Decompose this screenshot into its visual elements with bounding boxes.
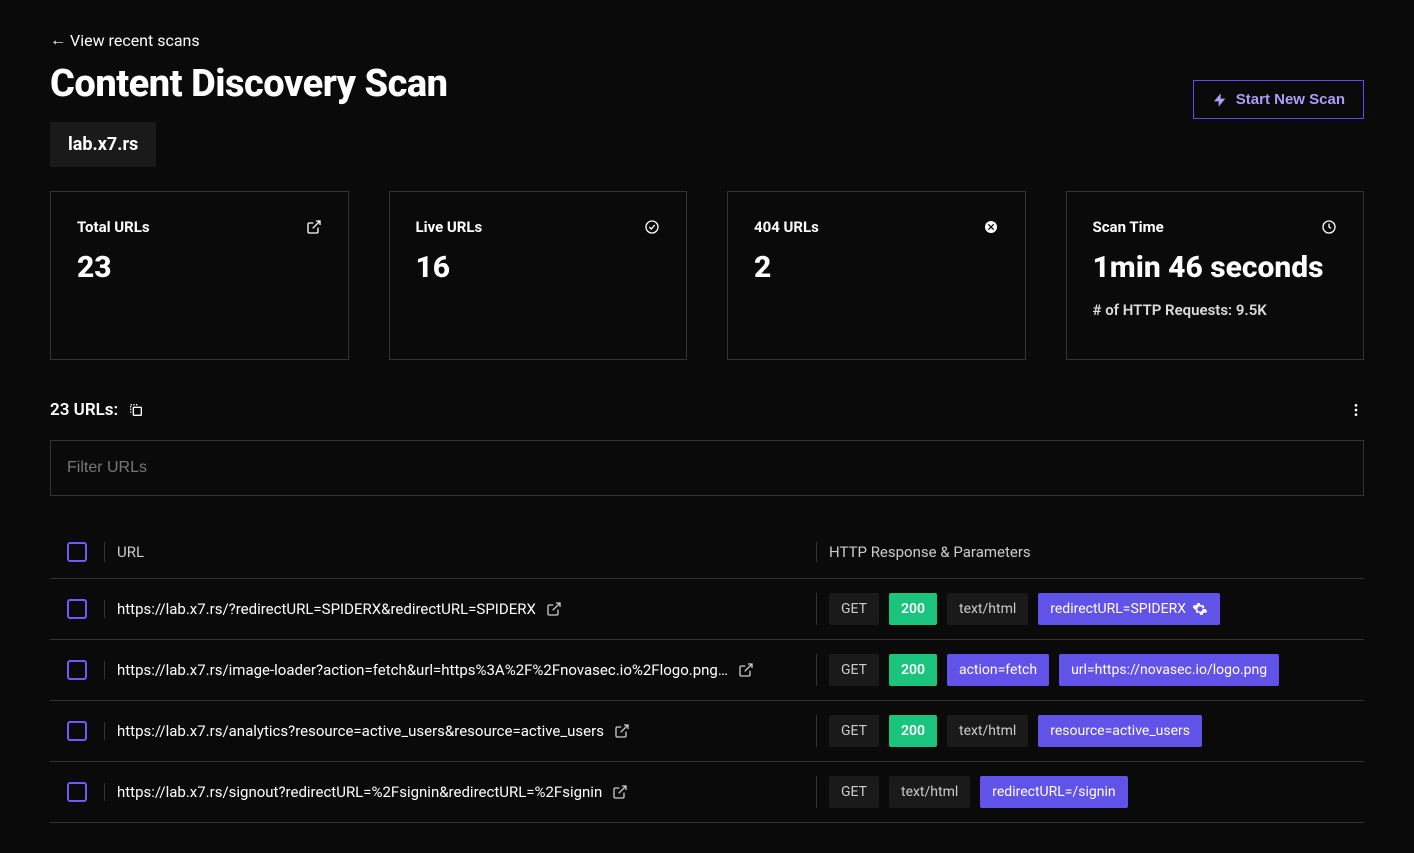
content-type-badge: text/html	[947, 715, 1028, 747]
back-link-label: View recent scans	[70, 31, 200, 50]
start-new-scan-button[interactable]: Start New Scan	[1193, 80, 1364, 119]
table-row: https://lab.x7.rs/signout?redirectURL=%2…	[50, 762, 1364, 823]
open-in-new-icon[interactable]	[306, 219, 322, 235]
stat-label: Live URLs	[416, 218, 483, 236]
http-method-badge: GET	[829, 776, 879, 808]
col-url-label: URL	[117, 543, 144, 561]
row-checkbox[interactable]	[67, 721, 87, 741]
row-checkbox[interactable]	[67, 782, 87, 802]
gear-icon[interactable]	[1192, 601, 1208, 617]
start-scan-label: Start New Scan	[1236, 91, 1345, 108]
stat-value: 23	[77, 250, 322, 285]
stat-sub: # of HTTP Requests: 9.5K	[1093, 301, 1338, 319]
status-badge: 200	[889, 715, 937, 747]
stat-value: 2	[754, 250, 999, 285]
open-in-new-icon[interactable]	[612, 784, 628, 800]
content-type-badge: text/html	[889, 776, 970, 808]
url-text[interactable]: https://lab.x7.rs/image-loader?action=fe…	[117, 661, 728, 679]
stat-value: 1min 46 seconds	[1093, 250, 1338, 285]
status-badge: 200	[889, 654, 937, 686]
url-text[interactable]: https://lab.x7.rs/?redirectURL=SPIDERX&r…	[117, 600, 536, 618]
stat-value: 16	[416, 250, 661, 285]
table-row: https://lab.x7.rs/image-loader?action=fe…	[50, 640, 1364, 701]
urls-table: URL HTTP Response & Parameters https://l…	[50, 526, 1364, 823]
param-badge[interactable]: resource=active_users	[1038, 715, 1202, 747]
open-in-new-icon[interactable]	[546, 601, 562, 617]
row-checkbox[interactable]	[67, 660, 87, 680]
param-badge[interactable]: url=https://novasec.io/logo.png	[1059, 654, 1279, 686]
stat-card-total-urls: Total URLs 23	[50, 191, 349, 360]
page-title: Content Discovery Scan	[50, 62, 448, 106]
back-link[interactable]: ← View recent scans	[50, 30, 200, 50]
clock-icon	[1321, 219, 1337, 235]
http-method-badge: GET	[829, 593, 879, 625]
http-method-badge: GET	[829, 715, 879, 747]
select-all-checkbox[interactable]	[67, 542, 87, 562]
row-checkbox[interactable]	[67, 599, 87, 619]
urls-count-label: 23 URLs:	[50, 400, 118, 420]
arrow-left-icon: ←	[50, 30, 66, 50]
content-type-badge: text/html	[947, 593, 1028, 625]
open-in-new-icon[interactable]	[614, 723, 630, 739]
stat-card-live-urls: Live URLs 16	[389, 191, 688, 360]
stat-label: 404 URLs	[754, 218, 819, 236]
host-badge: lab.x7.rs	[50, 122, 156, 167]
more-vert-icon[interactable]	[1348, 402, 1364, 418]
filter-urls-input[interactable]	[50, 440, 1364, 496]
open-in-new-icon[interactable]	[738, 662, 754, 678]
http-method-badge: GET	[829, 654, 879, 686]
check-circle-icon	[644, 219, 660, 235]
param-badge[interactable]: action=fetch	[947, 654, 1049, 686]
close-circle-icon	[983, 219, 999, 235]
bolt-icon	[1212, 92, 1228, 108]
status-badge: 200	[889, 593, 937, 625]
param-badge[interactable]: redirectURL=SPIDERX	[1038, 593, 1220, 625]
table-header: URL HTTP Response & Parameters	[50, 526, 1364, 579]
url-text[interactable]: https://lab.x7.rs/analytics?resource=act…	[117, 722, 604, 740]
col-resp-label: HTTP Response & Parameters	[829, 543, 1031, 561]
stat-label: Total URLs	[77, 218, 150, 236]
stat-card-404-urls: 404 URLs 2	[727, 191, 1026, 360]
table-row: https://lab.x7.rs/?redirectURL=SPIDERX&r…	[50, 579, 1364, 640]
stat-card-scan-time: Scan Time 1min 46 seconds # of HTTP Requ…	[1066, 191, 1365, 360]
stat-label: Scan Time	[1093, 218, 1164, 236]
table-row: https://lab.x7.rs/analytics?resource=act…	[50, 701, 1364, 762]
copy-icon[interactable]	[128, 402, 144, 418]
url-text[interactable]: https://lab.x7.rs/signout?redirectURL=%2…	[117, 783, 602, 801]
param-badge[interactable]: redirectURL=/signin	[980, 776, 1127, 808]
